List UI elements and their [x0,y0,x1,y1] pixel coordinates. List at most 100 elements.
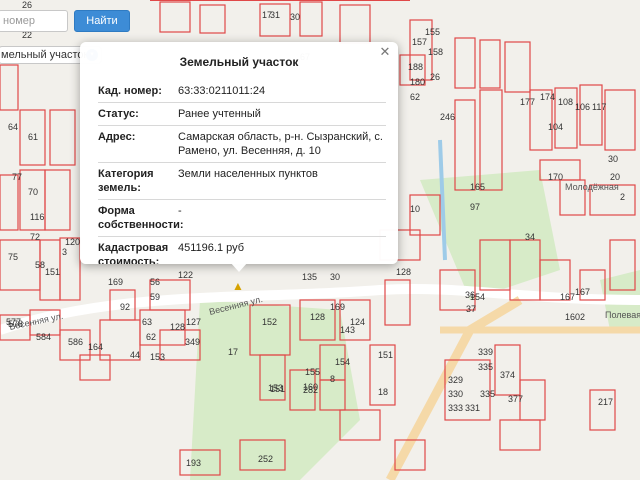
parcel-number[interactable]: 153 [150,352,165,362]
parcel-number[interactable]: 188 [408,62,423,72]
parcel-number[interactable]: 3 [62,247,67,257]
parcel-number[interactable]: 143 [340,325,355,335]
parcel-number[interactable]: 120 [65,237,80,247]
search-input[interactable]: номер [0,10,68,32]
attribute-row: Форма собственности: - [98,200,386,237]
parcel-attributes: Кад. номер: 63:33:0211011:24 Статус: Ранее … [98,80,386,264]
parcel-number[interactable]: 104 [548,122,563,132]
parcel-number[interactable]: 61 [28,132,38,142]
parcel-number[interactable]: 377 [508,394,523,404]
parcel-number[interactable]: 153 [268,383,283,393]
parcel-number[interactable]: 72 [30,232,40,242]
parcel-number[interactable]: 246 [440,112,455,122]
parcel-number[interactable]: 128 [310,312,325,322]
parcel-number[interactable]: 158 [428,47,443,57]
parcel-number[interactable]: 177 [520,97,535,107]
parcel-number[interactable]: 1602 [565,312,585,322]
attribute-row: Категория земель: Земли населенных пункто… [98,163,386,200]
parcel-number[interactable]: 151 [378,350,393,360]
attribute-label: Категория земель: [98,168,154,194]
parcel-number[interactable]: 167 [560,292,575,302]
parcel-number[interactable]: 151 [45,267,60,277]
parcel-number[interactable]: 30 [290,12,300,22]
attribute-label: Форма собственности: [98,205,184,231]
parcel-number[interactable]: 170 [548,172,563,182]
parcel-number[interactable]: 349 [185,337,200,347]
parcel-number[interactable]: 97 [470,202,480,212]
search-button[interactable]: Найти [74,10,130,32]
parcel-number[interactable]: 122 [178,270,193,280]
parcel-number[interactable]: 30 [330,272,340,282]
parcel-number[interactable]: 155 [425,27,440,37]
parcel-number[interactable]: 217 [598,397,613,407]
attribute-value: Земли населенных пунктов [178,168,318,180]
parcel-number[interactable]: 169 [108,277,123,287]
parcel-number[interactable]: 70 [28,187,38,197]
parcel-number[interactable]: 30 [608,154,618,164]
parcel-number[interactable]: 20 [610,172,620,182]
parcel-number[interactable]: 59 [150,292,160,302]
parcel-number[interactable]: 116 [30,212,44,222]
parcel-number[interactable]: 167 [575,287,590,297]
attribute-row: Адрес: Самарская область, р-н. Сызранский… [98,126,386,163]
parcel-number[interactable]: 58 [35,260,45,270]
parcel-number[interactable]: 586 [68,337,83,347]
parcel-number[interactable]: 333 [448,403,463,413]
parcel-number[interactable]: 152 [262,317,277,327]
parcel-number[interactable]: 164 [88,342,103,352]
close-icon[interactable]: ✕ [378,44,392,60]
parcel-number[interactable]: 329 [448,375,463,385]
parcel-number[interactable]: 17 [262,10,272,20]
parcel-number[interactable]: 34 [525,232,535,242]
parcel-number[interactable]: 44 [130,350,140,360]
attribute-row: Статус: Ранее учтенный [98,103,386,126]
parcel-number[interactable]: 26 [22,0,32,10]
parcel-number[interactable]: 36 [465,290,475,300]
parcel-number[interactable]: 10 [410,204,420,214]
parcel-number[interactable]: 282 [303,385,318,395]
parcel-number[interactable]: 180 [410,77,425,87]
parcel-number[interactable]: 18 [378,387,388,397]
parcel-number[interactable]: 127 [186,317,201,327]
attribute-label: Кадастровая стоимость: [98,242,169,264]
parcel-number[interactable]: 92 [120,302,130,312]
attribute-value: Ранее учтенный [178,108,261,120]
parcel-number[interactable]: 135 [302,272,317,282]
parcel-number[interactable]: 128 [170,322,185,332]
parcel-number[interactable]: 62 [410,92,420,102]
attribute-value: Самарская область, р-н. Сызранский, с. Р… [178,131,383,157]
parcel-number[interactable]: 155 [305,367,320,377]
parcel-number[interactable]: 584 [36,332,51,342]
parcel-number[interactable]: 374 [500,370,515,380]
parcel-number[interactable]: 128 [396,267,411,277]
parcel-number[interactable]: 577 [6,317,21,327]
parcel-number[interactable]: 252 [258,454,273,464]
parcel-number[interactable]: 165 [470,182,485,192]
parcel-number[interactable]: 169 [330,302,345,312]
parcel-number[interactable]: 106 [575,102,590,112]
attribute-label: Кад. номер: [98,85,162,97]
parcel-number[interactable]: 2 [620,192,625,202]
parcel-number[interactable]: 26 [430,72,440,82]
parcel-number[interactable]: 157 [412,37,427,47]
parcel-number[interactable]: 335 [480,389,495,399]
parcel-number[interactable]: 108 [558,97,573,107]
parcel-number[interactable]: 64 [8,122,18,132]
parcel-number[interactable]: 331 [465,403,480,413]
parcel-number[interactable]: 154 [335,357,350,367]
parcel-number[interactable]: 62 [146,332,156,342]
parcel-number[interactable]: 75 [8,252,18,262]
parcel-number[interactable]: 56 [150,277,160,287]
parcel-number[interactable]: 17 [228,347,238,357]
parcel-number[interactable]: 63 [142,317,152,327]
parcel-number[interactable]: 193 [186,458,201,468]
parcel-number[interactable]: 174 [540,92,555,102]
parcel-number[interactable]: 335 [478,362,493,372]
parcel-number[interactable]: 117 [592,102,606,112]
parcel-number[interactable]: 8 [330,374,335,384]
parcel-number[interactable]: 37 [466,304,476,314]
parcel-marker-icon[interactable]: ▲ [226,277,250,295]
parcel-number[interactable]: 330 [448,389,463,399]
parcel-number[interactable]: 339 [478,347,493,357]
parcel-number[interactable]: 77 [12,172,22,182]
